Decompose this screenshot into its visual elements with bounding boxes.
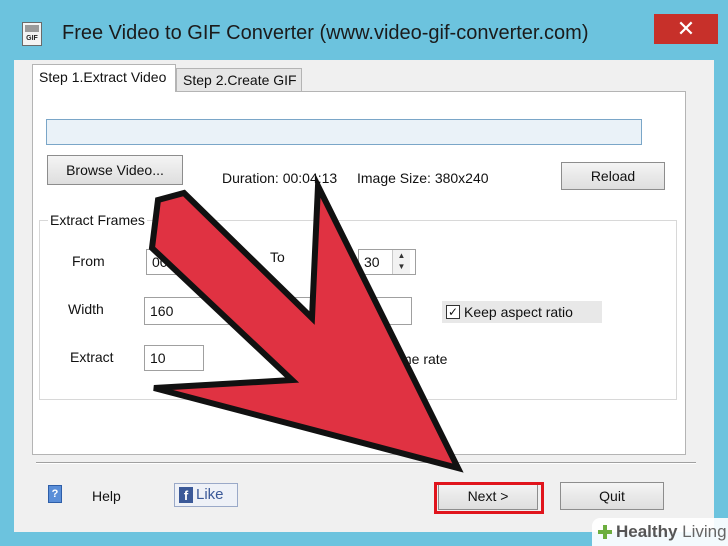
next-button-highlight (434, 482, 544, 514)
plus-cross-icon (598, 525, 612, 539)
app-window: GIF Free Video to GIF Converter (www.vid… (0, 0, 728, 546)
watermark-brand-light: Living (677, 522, 727, 541)
watermark-brand-bold: Healthy (616, 522, 678, 541)
arrow-shape (148, 174, 464, 473)
red-pointer-arrow-icon (148, 174, 464, 473)
healthy-living-watermark: Healthy Living (592, 518, 728, 546)
